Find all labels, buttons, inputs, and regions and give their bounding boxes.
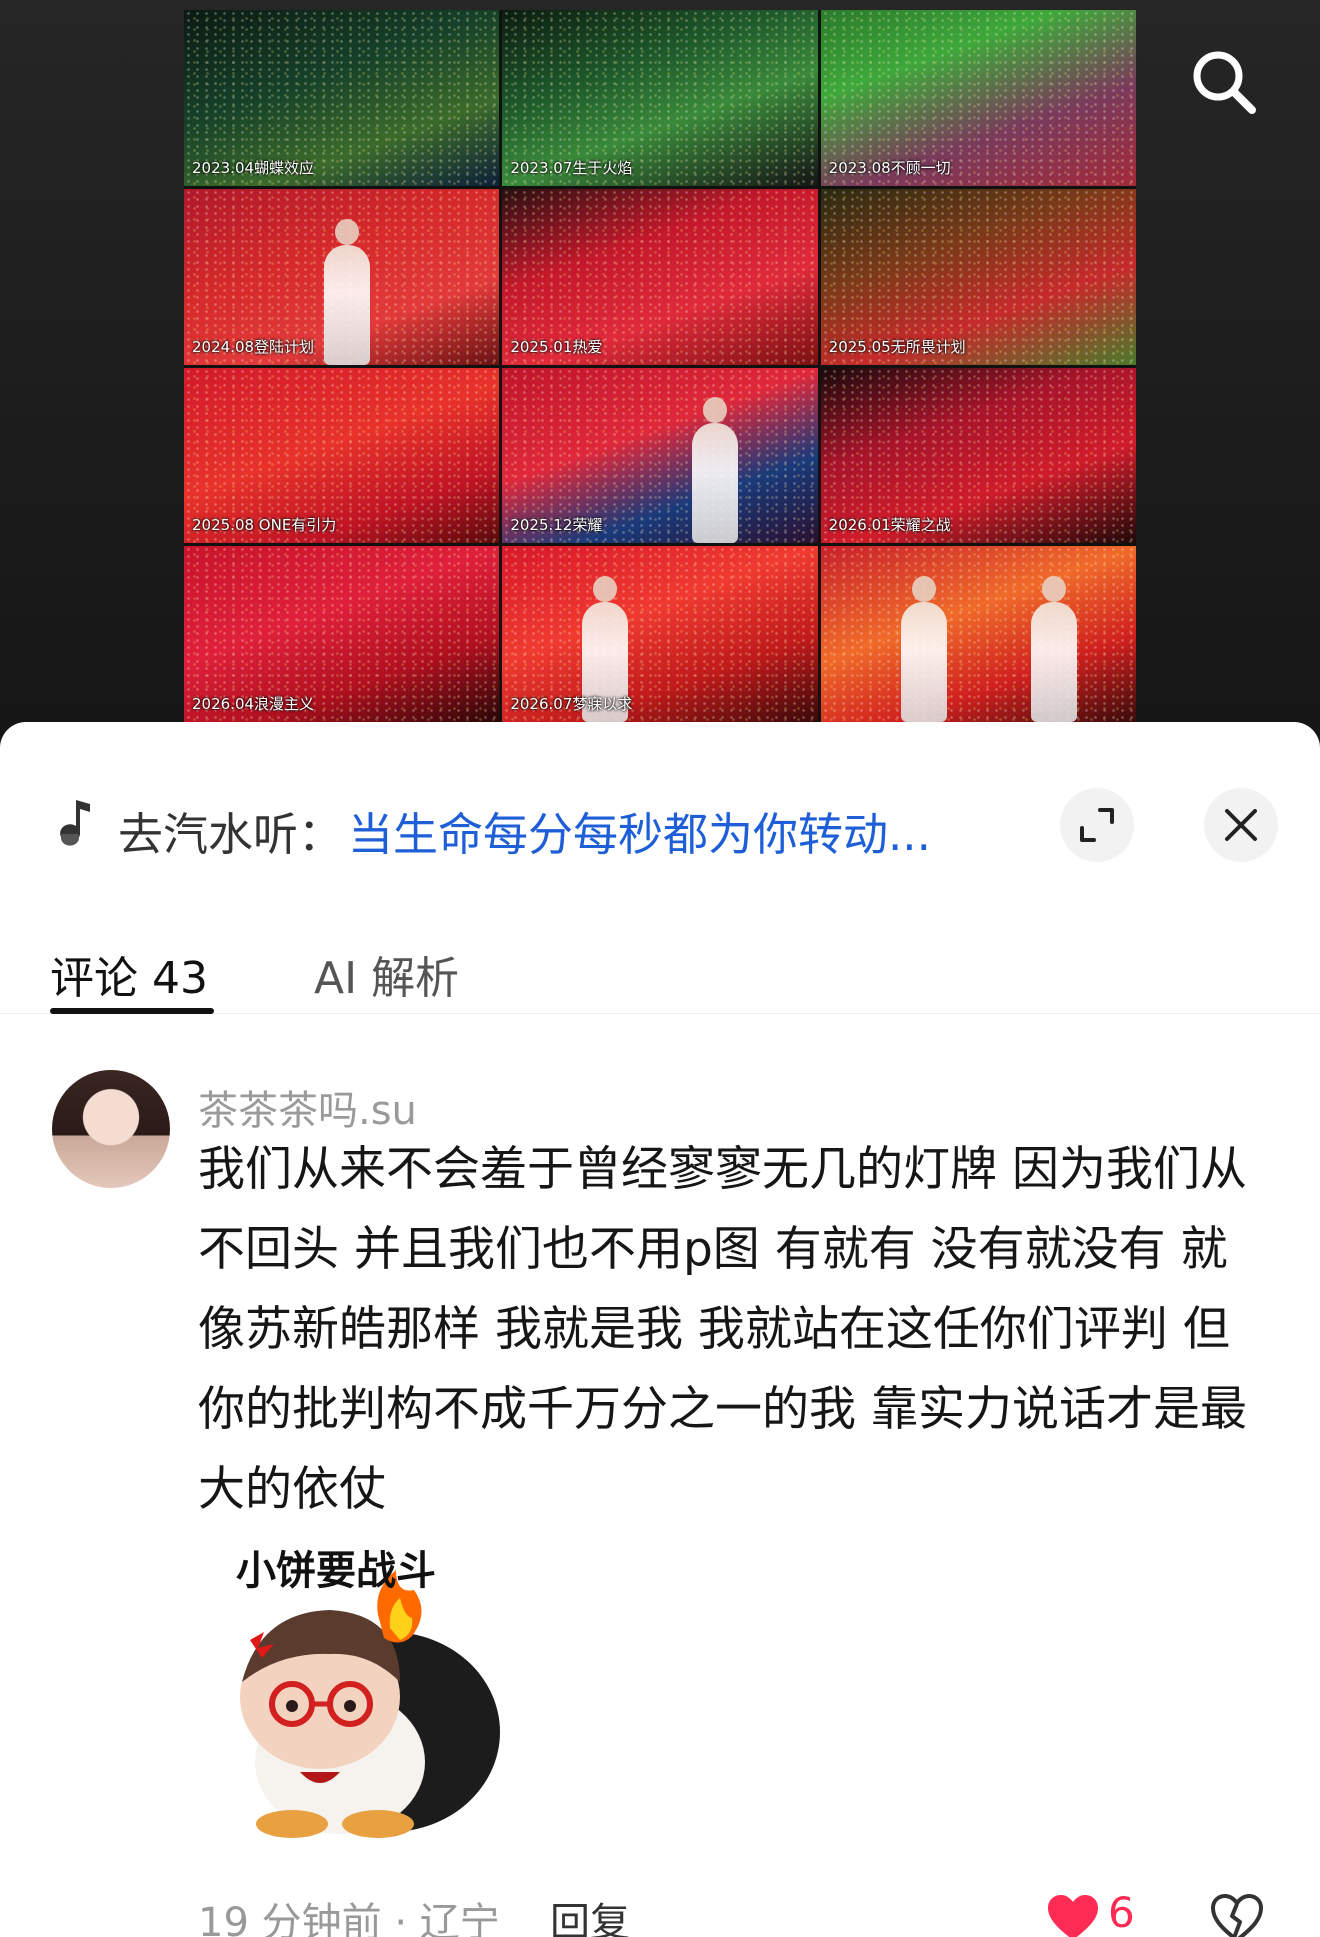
app-screen: 2023.04蝴蝶效应 2023.07生于火焰 2023.08不顾一切 2024.08…: [0, 0, 1320, 1937]
music-title-link[interactable]: 当生命每分每秒都为你转动...: [348, 798, 988, 863]
collage-tile: 2025.12荣耀: [502, 367, 818, 544]
collage-caption: 2024.08登陆计划: [192, 337, 315, 356]
music-note-icon: [60, 800, 90, 846]
collage-tile: 2024.08登陆计划: [184, 188, 500, 365]
lightstick-texture: [820, 546, 1136, 722]
collage-caption: 2025.05无所畏计划: [828, 337, 966, 356]
reply-button[interactable]: 回复: [550, 1890, 630, 1937]
comment-time-location: 19 分钟前 · 辽宁: [198, 1900, 500, 1937]
collage-tile: 2026.01荣耀之战: [820, 367, 1136, 544]
search-icon: [1193, 51, 1256, 114]
like-count: 6: [1108, 1888, 1135, 1937]
collage-caption: 2025.01热爱: [510, 337, 603, 356]
concert-collage: 2023.04蝴蝶效应 2023.07生于火焰 2023.08不顾一切 2024.08…: [184, 10, 1136, 722]
tab-comments[interactable]: 评论 43: [50, 942, 208, 1006]
avatar[interactable]: [52, 1070, 170, 1188]
tab-ai-analysis[interactable]: AI 解析: [314, 942, 459, 1006]
performer-figure: [900, 576, 947, 722]
collage-tile: 2023.04蝴蝶效应: [184, 10, 500, 186]
broken-heart-icon[interactable]: [1210, 1894, 1264, 1937]
music-source-label: 去汽水听：: [118, 808, 344, 861]
collage-tile: 2023.07生于火焰: [502, 10, 818, 186]
collage-caption: 2026.07梦寐以求: [510, 695, 633, 713]
active-tab-indicator: [50, 1008, 214, 1014]
collage-tile: 2026.04浪漫主义: [184, 546, 500, 722]
collage-tile: 2025.01热爱: [502, 188, 818, 365]
collage-caption: 2026.04浪漫主义: [192, 695, 315, 713]
comments-sheet: 去汽水听： 当生命每分每秒都为你转动... 评论 43 AI 解析 茶茶茶吗.s…: [0, 722, 1320, 1937]
close-button[interactable]: [1204, 788, 1278, 862]
music-bar[interactable]: 去汽水听： 当生命每分每秒都为你转动...: [0, 752, 1320, 862]
comment-username[interactable]: 茶茶茶吗.su: [198, 1078, 417, 1136]
sticker-image[interactable]: 小饼要战斗: [200, 1532, 520, 1852]
comment-text: 我们从来不会羞于曾经寥寥无几的灯牌 因为我们从不回头 并且我们也不用p图 有就有…: [198, 1142, 1247, 1517]
expand-button[interactable]: [1060, 788, 1134, 862]
performer-figure: [1030, 576, 1077, 722]
search-button[interactable]: [1186, 44, 1262, 120]
collage-tile: [820, 546, 1136, 722]
expand-icon: [1080, 808, 1114, 842]
heart-icon[interactable]: [1046, 1894, 1100, 1937]
collage-tile: 2025.05无所畏计划: [820, 188, 1136, 365]
video-player[interactable]: 2023.04蝴蝶效应 2023.07生于火焰 2023.08不顾一切 2024.08…: [0, 0, 1320, 740]
collage-caption: 2025.08 ONE有引力: [192, 516, 337, 535]
close-icon: [1225, 809, 1257, 841]
collage-caption: 2026.01荣耀之战: [828, 516, 951, 535]
comment-tabs: 评论 43 AI 解析: [0, 902, 1320, 1014]
collage-caption: 2025.12荣耀: [510, 516, 603, 535]
performer-figure: [324, 218, 370, 365]
collage-tile: 2023.08不顾一切: [820, 10, 1136, 186]
collage-caption: 2023.08不顾一切: [828, 158, 951, 177]
collage-tile: 2026.07梦寐以求: [502, 546, 818, 722]
collage-tile: 2025.08 ONE有引力: [184, 367, 500, 544]
sticker-label: 小饼要战斗: [236, 1548, 436, 1594]
performer-figure: [692, 397, 739, 544]
collage-caption: 2023.04蝴蝶效应: [192, 158, 315, 177]
collage-caption: 2023.07生于火焰: [510, 158, 633, 177]
